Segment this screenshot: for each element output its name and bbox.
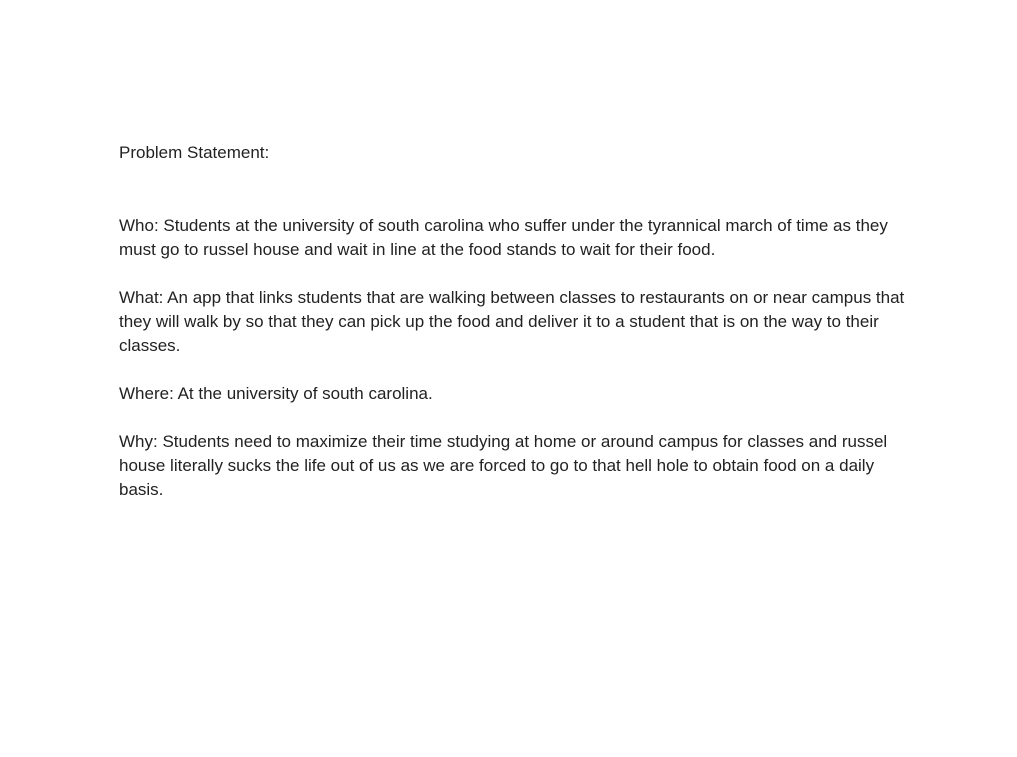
why-paragraph: Why: Students need to maximize their tim… <box>119 432 888 499</box>
who-paragraph: Who: Students at the university of south… <box>119 216 888 259</box>
what-paragraph: What: An app that links students that ar… <box>119 288 905 355</box>
where-paragraph: Where: At the university of south caroli… <box>119 384 433 403</box>
document-page: Problem Statement: Who: Students at the … <box>119 141 909 502</box>
document-title: Problem Statement: <box>119 143 270 162</box>
document-body: Who: Students at the university of south… <box>119 214 909 502</box>
